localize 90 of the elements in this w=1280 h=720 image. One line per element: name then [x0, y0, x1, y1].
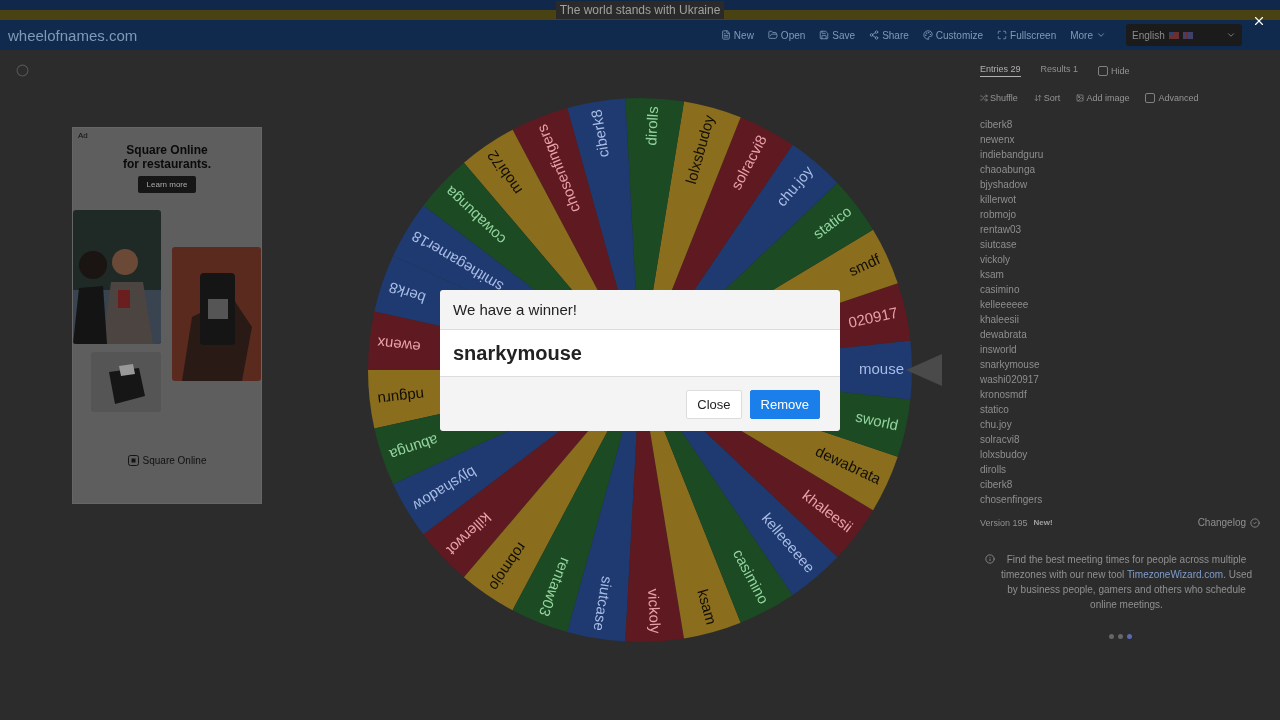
remove-button[interactable]: Remove: [749, 389, 820, 419]
tool-button[interactable]: Sort: [1033, 93, 1061, 103]
entry-text: killerwot: [980, 193, 1018, 207]
wheel-label: 020917: [846, 303, 900, 331]
ukraine-banner[interactable]: The world stands with Ukraine: [555, 1, 725, 19]
carousel-dot[interactable]: [1126, 634, 1132, 639]
menu-item[interactable]: Share: [869, 29, 909, 41]
entry-text: washi020917: [980, 373, 1040, 387]
share-icon: [869, 30, 880, 40]
wheel-label: siutcase: [590, 575, 617, 633]
ad-banner[interactable]: Ad Square Online for restaurants. Learn more Square Online: [72, 127, 262, 504]
wheel-label: mouse: [858, 359, 904, 377]
folder-icon: [767, 30, 778, 40]
shuffle-icon: [980, 94, 988, 102]
check-icon: [1250, 517, 1260, 528]
panel-tab[interactable]: Results 1: [1040, 64, 1079, 77]
entry-text: solracvi8: [980, 433, 1021, 447]
close-button[interactable]: Close: [686, 389, 742, 419]
entry-text: statico: [980, 403, 1010, 417]
close-icon[interactable]: [1252, 14, 1266, 28]
entry-text: dewabrata: [980, 328, 1028, 342]
language-select[interactable]: English: [1126, 24, 1242, 46]
advanced-checkbox[interactable]: Advanced: [1145, 93, 1199, 103]
notice-text: Find the best meeting times for people across multiple timezones with our new tool TimezoneWizard.com. Used by business people, gamers and others who schedule online meetings.: [999, 553, 1254, 612]
entry-text: robmojo: [980, 208, 1018, 222]
wheel-label: sworld: [854, 407, 900, 434]
flag-icon: [1182, 31, 1193, 39]
wheel-label: abunga: [387, 431, 441, 464]
menu-item[interactable]: New: [720, 29, 754, 41]
ad-headline: Square Online for restaurants.: [123, 143, 211, 171]
caret-icon: [1096, 30, 1106, 40]
entry-text: newenx: [980, 133, 1016, 147]
carousel-dot[interactable]: [1117, 634, 1123, 639]
ad-tag: Ad: [78, 131, 88, 140]
menu-item[interactable]: Save: [819, 29, 856, 41]
entry-text: ksam: [980, 268, 1005, 282]
caret-icon: [1226, 30, 1236, 40]
entry-text: rentaw03: [980, 223, 1023, 237]
ad-brand: Square Online: [142, 455, 207, 466]
save-icon: [819, 30, 830, 40]
entry-text: khaleesii: [980, 313, 1020, 327]
circle-icon[interactable]: [16, 64, 29, 77]
flag-icon: [1168, 31, 1179, 39]
panel-tab[interactable]: Entries 29: [980, 64, 1021, 77]
entry-text: ciberk8: [980, 478, 1014, 492]
wheel-label: ndguru: [376, 386, 426, 409]
entry-text: chosenfingers: [980, 493, 1044, 507]
wheel-label: smdf: [845, 250, 883, 280]
entry-text: chu.joy: [980, 418, 1013, 432]
menu-item[interactable]: Customize: [922, 29, 984, 41]
wheel-label: dirolls: [642, 105, 662, 146]
palette-icon: [922, 30, 933, 40]
winner-name: snarkymouse: [453, 341, 582, 365]
expand-icon: [997, 30, 1008, 40]
entry-text: insworld: [980, 343, 1018, 357]
info-icon: [985, 554, 995, 564]
tool-button[interactable]: Shuffle: [980, 93, 1018, 103]
entry-text: chaoabunga: [980, 163, 1037, 177]
image-icon: [1076, 94, 1085, 102]
sort-icon: [1033, 94, 1042, 102]
carousel-dot[interactable]: [1108, 634, 1114, 639]
entry-text: casimino: [980, 283, 1021, 297]
menu-item[interactable]: Fullscreen: [997, 29, 1057, 41]
entry-text: lolxsbudoy: [980, 448, 1029, 462]
entry-text: siutcase: [980, 238, 1018, 252]
entry-text: vickoly: [980, 253, 1011, 267]
hide-checkbox[interactable]: Hide: [1098, 65, 1130, 76]
menu-item[interactable]: More: [1070, 29, 1106, 41]
entry-text: ciberk8: [980, 118, 1014, 132]
tool-button[interactable]: Add image: [1076, 93, 1130, 103]
entry-text: dirolls: [980, 463, 1008, 477]
changelog-link[interactable]: Changelog: [1197, 517, 1260, 528]
wheel-label: vickoly: [644, 588, 665, 634]
new-label: New!: [1033, 518, 1053, 527]
learn-more-button[interactable]: Learn more: [137, 176, 197, 193]
entry-text: kelleeeeee: [980, 298, 1030, 312]
site-logo[interactable]: wheelofnames.com: [8, 26, 138, 44]
logo-icon: [127, 455, 139, 466]
wheel-label: ksam: [694, 587, 721, 627]
menu-item[interactable]: Open: [767, 29, 806, 41]
wheel-label: ciberk8: [587, 108, 612, 159]
file-icon: [720, 30, 731, 40]
wheel-label: ewenx: [376, 334, 422, 357]
entry-text: snarkymouse: [980, 358, 1041, 372]
version-text: Version 195: [980, 517, 1028, 528]
entry-text: indiebandguru: [980, 148, 1045, 162]
pointer-icon: [906, 354, 942, 386]
entry-text: bjyshadow: [980, 178, 1029, 192]
entry-text: kronosmdf: [980, 388, 1028, 402]
dialog-title: We have a winner!: [453, 301, 577, 318]
